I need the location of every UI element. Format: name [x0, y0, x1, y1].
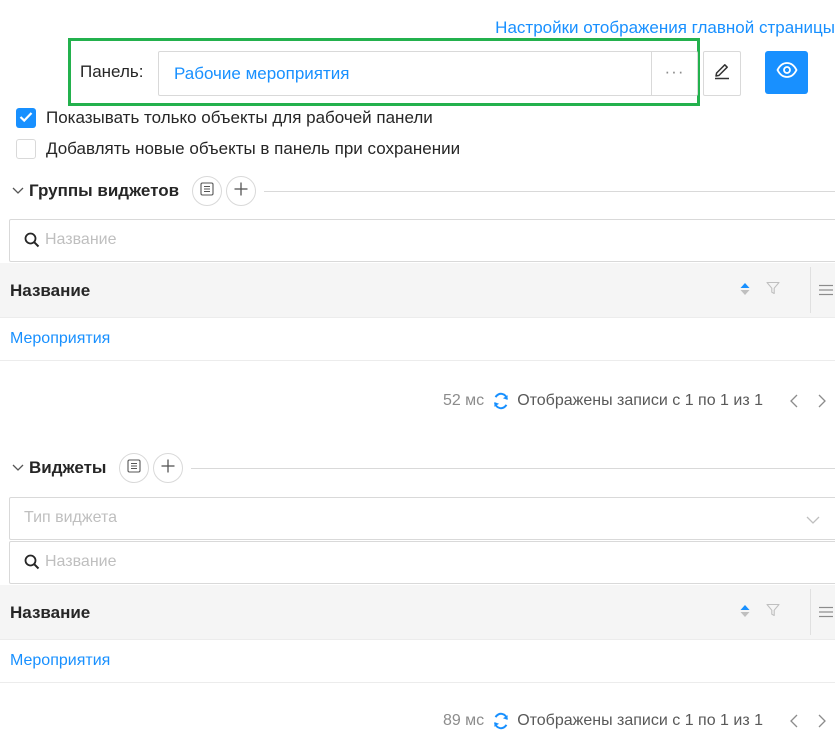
plus-icon — [160, 458, 176, 479]
check-icon — [19, 108, 33, 128]
widget-groups-section-header: Группы виджетов — [10, 174, 835, 208]
search-icon — [24, 554, 40, 575]
list-icon — [127, 458, 141, 478]
column-header-name[interactable]: Название — [10, 603, 90, 623]
load-timing: 89 мс — [442, 712, 485, 729]
section-divider — [264, 190, 835, 192]
plus-icon — [233, 181, 249, 202]
panel-select-value: Рабочие мероприятия — [174, 64, 350, 83]
sort-icon[interactable] — [739, 603, 751, 624]
refresh-icon[interactable] — [492, 392, 510, 410]
show-only-option[interactable]: Показывать только объекты для рабочей па… — [16, 108, 433, 128]
widgets-table-header: Название — [0, 585, 835, 640]
widget-groups-search-placeholder: Название — [45, 231, 117, 248]
show-only-label: Показывать только объекты для рабочей па… — [46, 108, 433, 127]
columns-icon[interactable] — [818, 283, 834, 301]
load-timing: 52 мс — [442, 392, 485, 409]
panel-select-field[interactable]: Рабочие мероприятия ··· — [158, 51, 698, 96]
table-row[interactable]: Мероприятия — [0, 640, 835, 683]
records-info: Отображены записи с 1 по 1 из 1 — [517, 392, 763, 409]
chevron-down-icon[interactable] — [10, 187, 26, 195]
add-new-label: Добавлять новые объекты в панель при сох… — [46, 139, 461, 158]
chevron-down-icon — [806, 512, 820, 530]
records-info: Отображены записи с 1 по 1 из 1 — [517, 712, 763, 729]
widget-group-name-cell[interactable]: Мероприятия — [10, 330, 110, 348]
widget-groups-table-header: Название — [0, 263, 835, 318]
widget-groups-add-button[interactable] — [226, 176, 257, 206]
chevron-right-icon[interactable] — [817, 714, 827, 728]
sort-icon[interactable] — [739, 281, 751, 302]
table-row[interactable]: Мероприятия — [0, 318, 835, 361]
widget-type-placeholder: Тип виджета — [24, 509, 118, 526]
widgets-search-input[interactable]: Название — [9, 541, 835, 584]
filter-icon[interactable] — [766, 603, 780, 622]
widget-type-select[interactable]: Тип виджета — [9, 497, 835, 540]
chevron-left-icon[interactable] — [789, 714, 799, 728]
widget-groups-list-button[interactable] — [192, 176, 223, 206]
chevron-left-icon[interactable] — [789, 394, 799, 408]
chevron-right-icon[interactable] — [817, 394, 827, 408]
chevron-down-icon[interactable] — [10, 464, 26, 472]
widget-groups-pagination: 52 мс Отображены записи с 1 по 1 из 1 — [443, 392, 827, 410]
edit-panel-button[interactable] — [703, 51, 741, 96]
header-separator — [810, 267, 811, 313]
column-header-name[interactable]: Название — [10, 281, 90, 301]
widget-groups-title[interactable]: Группы виджетов — [29, 181, 179, 201]
widgets-search-placeholder: Название — [45, 553, 117, 570]
homepage-settings-link[interactable]: Настройки отображения главной страницы — [495, 18, 835, 38]
header-separator — [810, 589, 811, 635]
widgets-title[interactable]: Виджеты — [29, 458, 106, 478]
add-new-option[interactable]: Добавлять новые объекты в панель при сох… — [16, 139, 460, 159]
widgets-add-button[interactable] — [153, 453, 184, 483]
refresh-icon[interactable] — [492, 712, 510, 730]
preview-panel-button[interactable] — [765, 51, 808, 94]
widget-name-cell[interactable]: Мероприятия — [10, 652, 110, 670]
search-icon — [24, 232, 40, 253]
widget-groups-search-input[interactable]: Название — [9, 219, 835, 262]
filter-icon[interactable] — [766, 281, 780, 300]
widgets-list-button[interactable] — [119, 453, 150, 483]
panel-more-button[interactable]: ··· — [651, 52, 697, 95]
pencil-icon — [713, 62, 731, 85]
widgets-section-header: Виджеты — [10, 451, 835, 485]
eye-icon — [775, 62, 798, 83]
columns-icon[interactable] — [818, 605, 834, 623]
list-icon — [200, 181, 214, 201]
add-new-checkbox[interactable] — [16, 139, 36, 159]
show-only-checkbox[interactable] — [16, 108, 36, 128]
widgets-pagination: 89 мс Отображены записи с 1 по 1 из 1 — [443, 712, 827, 730]
panel-label: Панель: — [80, 62, 144, 81]
section-divider — [191, 467, 835, 469]
